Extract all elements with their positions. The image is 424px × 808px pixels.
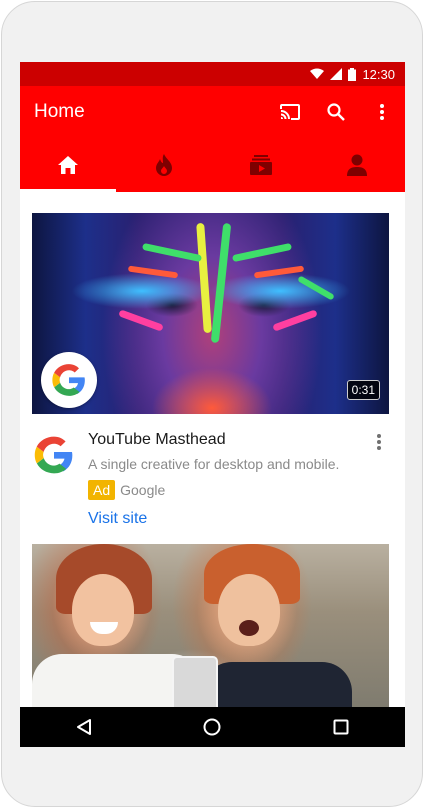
- ad-meta: YouTube Masthead A single creative for d…: [32, 414, 389, 542]
- home-button[interactable]: [182, 707, 242, 747]
- paint-stripe: [253, 265, 305, 279]
- status-icons: 12:30: [310, 62, 395, 86]
- back-icon: [77, 719, 92, 735]
- wifi-icon: [310, 68, 325, 79]
- paint-stripe: [118, 309, 164, 332]
- google-g-icon: [52, 364, 85, 396]
- thumbnail-figure: [239, 620, 259, 636]
- search-button[interactable]: [313, 86, 359, 138]
- ad-title[interactable]: YouTube Masthead: [88, 431, 226, 449]
- ad-badge-row: Ad Google: [88, 480, 165, 500]
- search-icon: [327, 103, 345, 121]
- video-duration: 0:31: [346, 380, 380, 400]
- recents-button[interactable]: [311, 707, 371, 747]
- visit-site-link[interactable]: Visit site: [88, 510, 147, 528]
- ad-video-thumbnail[interactable]: 0:31: [32, 213, 389, 414]
- cast-button[interactable]: [267, 86, 313, 138]
- more-vert-icon: [377, 434, 381, 450]
- paint-stripe: [196, 222, 212, 334]
- status-time: 12:30: [362, 66, 395, 82]
- recents-icon: [333, 719, 349, 735]
- ad-advertiser: Google: [120, 482, 166, 498]
- phone-screen: 12:30 Home 0:31 YouTube Masthead A singl…: [20, 62, 405, 747]
- trending-icon: [156, 154, 173, 176]
- system-nav-bar: [20, 707, 405, 747]
- ad-description: A single creative for desktop and mobile…: [88, 456, 340, 472]
- account-icon: [346, 154, 367, 176]
- back-button[interactable]: [54, 707, 114, 747]
- paint-stripe: [231, 242, 293, 263]
- home-icon: [58, 156, 79, 174]
- more-options-button[interactable]: [359, 86, 405, 138]
- paint-stripe: [210, 222, 232, 344]
- status-bar: 12:30: [20, 62, 405, 86]
- battery-icon: [348, 67, 357, 81]
- app-bar-actions: [267, 86, 405, 138]
- masthead-ad-card: 0:31 YouTube Masthead A single creative …: [32, 213, 389, 542]
- paint-stripe: [272, 309, 318, 332]
- paint-stripe: [127, 265, 179, 279]
- tab-bar: [20, 138, 405, 192]
- app-bar: Home: [20, 86, 405, 138]
- signal-icon: [330, 68, 343, 80]
- feed: 0:31 YouTube Masthead A single creative …: [20, 192, 405, 714]
- tab-account[interactable]: [309, 138, 405, 192]
- paint-stripe: [141, 242, 203, 263]
- page-title: Home: [34, 101, 85, 122]
- cast-icon: [280, 104, 300, 120]
- home-circle-icon: [203, 718, 221, 736]
- more-vert-icon: [380, 104, 384, 120]
- thumbnail-figure: [172, 656, 218, 714]
- thumbnail-figure: [72, 574, 134, 646]
- ad-badge: Ad: [88, 480, 116, 500]
- tab-trending[interactable]: [116, 138, 212, 192]
- tab-home[interactable]: [20, 138, 117, 192]
- tab-subscriptions[interactable]: [213, 138, 309, 192]
- paint-stripe: [297, 275, 335, 301]
- subscriptions-icon: [249, 155, 272, 175]
- video-thumbnail[interactable]: [32, 544, 389, 714]
- ad-more-button[interactable]: [369, 431, 389, 453]
- google-logo-badge: [41, 352, 97, 408]
- advertiser-logo-icon[interactable]: [32, 433, 76, 477]
